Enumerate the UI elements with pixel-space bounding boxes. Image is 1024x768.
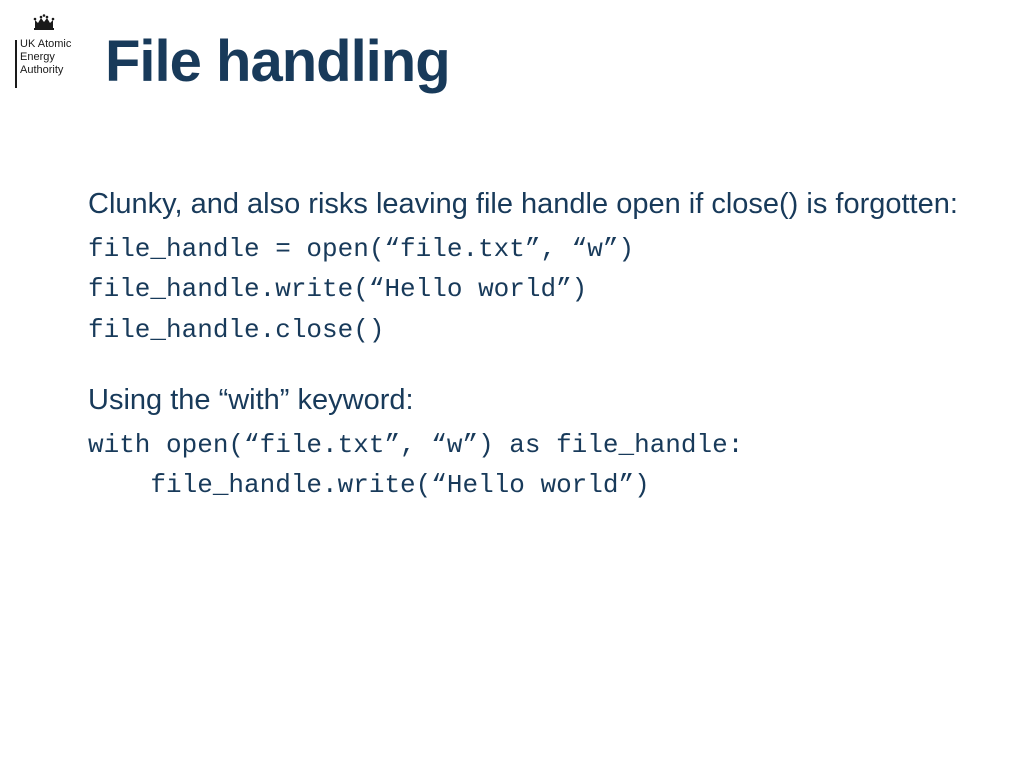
slide-title: File handling bbox=[105, 28, 450, 95]
org-name: UK Atomic Energy Authority bbox=[20, 38, 80, 77]
org-line3: Authority bbox=[20, 64, 80, 77]
code-line: file_handle.write(“Hello world”) bbox=[88, 465, 964, 505]
code-line: file_handle.write(“Hello world”) bbox=[88, 269, 964, 309]
section1-intro: Clunky, and also risks leaving file hand… bbox=[88, 186, 964, 223]
code-line: with open(“file.txt”, “w”) as file_handl… bbox=[88, 425, 964, 465]
crown-icon bbox=[32, 12, 56, 32]
logo-divider bbox=[15, 40, 17, 88]
slide-content: Clunky, and also risks leaving file hand… bbox=[88, 186, 964, 506]
code-line: file_handle = open(“file.txt”, “w”) bbox=[88, 229, 964, 269]
code-line: file_handle.close() bbox=[88, 310, 964, 350]
section2-intro: Using the “with” keyword: bbox=[88, 382, 964, 419]
org-line2: Energy bbox=[20, 51, 80, 64]
org-logo: UK Atomic Energy Authority bbox=[8, 12, 80, 77]
org-line1: UK Atomic bbox=[20, 38, 80, 51]
